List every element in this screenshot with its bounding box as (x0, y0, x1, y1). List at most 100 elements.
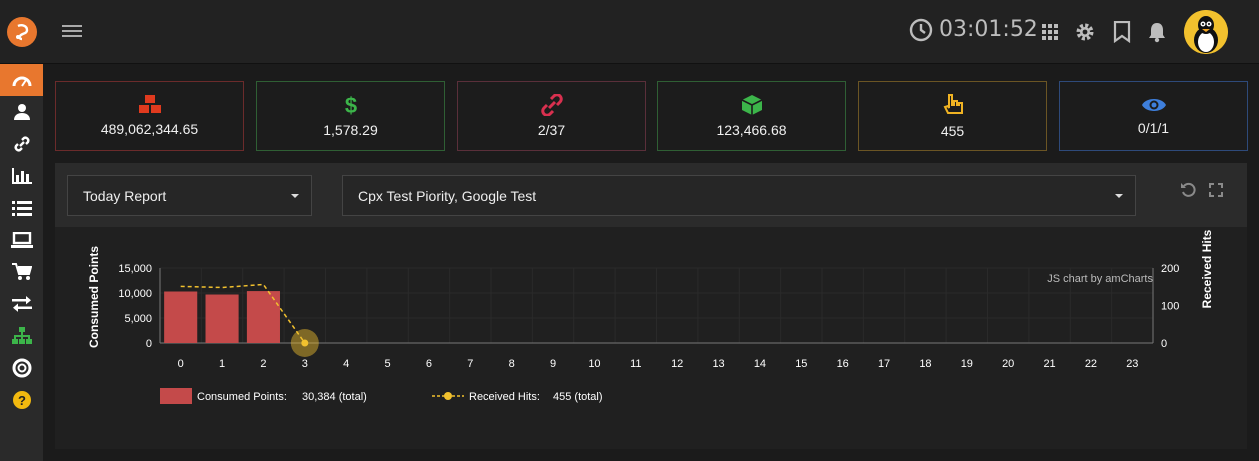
x-tick: 1 (219, 358, 225, 370)
x-tick: 11 (630, 358, 641, 370)
legend-total-consumed: 30,384 (total) (302, 391, 367, 403)
x-tick: 10 (588, 358, 600, 370)
stat-card-views: 0/1/1 (1059, 81, 1248, 151)
legend-marker-consumed[interactable] (160, 388, 192, 404)
x-tick: 16 (837, 358, 849, 370)
y-tick-right: 0 (1161, 338, 1167, 350)
y-axis-right-ticks: 200 100 0 (1161, 263, 1179, 350)
menu-toggle-icon[interactable] (62, 22, 82, 42)
clock: 03:01:52 (909, 17, 1038, 42)
refresh-icon[interactable] (1179, 181, 1197, 199)
y-tick-left: 0 (146, 338, 152, 350)
bar (164, 291, 198, 343)
x-tick: 0 (178, 358, 184, 370)
campaign-select[interactable]: Cpx Test Piority, Google Test (342, 175, 1136, 216)
legend-marker-hits-dot[interactable] (444, 392, 452, 400)
eye-icon (1141, 99, 1166, 111)
x-tick: 9 (550, 358, 556, 370)
x-tick: 12 (671, 358, 683, 370)
sidebar-item-help[interactable]: ? (0, 384, 43, 416)
x-tick: 18 (919, 358, 931, 370)
link-icon (540, 94, 563, 116)
report-select-value: Today Report (83, 187, 167, 204)
chevron-down-icon (291, 194, 299, 198)
chevron-down-icon (1115, 194, 1123, 198)
x-tick: 17 (878, 358, 890, 370)
y-tick-right: 200 (1161, 263, 1179, 275)
stat-value: 1,578.29 (323, 122, 378, 138)
sitemap-icon (11, 327, 32, 344)
fullscreen-icon[interactable] (1207, 181, 1225, 199)
x-tick: 23 (1126, 358, 1138, 370)
main-content: 489,062,344.65 $ 1,578.29 2/37 123,466.6… (43, 65, 1259, 461)
x-tick: 15 (795, 358, 807, 370)
x-tick: 19 (961, 358, 973, 370)
campaign-select-value: Cpx Test Piority, Google Test (358, 187, 537, 204)
x-tick: 4 (343, 358, 349, 370)
sidebar-item-support[interactable] (0, 352, 43, 384)
y-tick-left: 5,000 (124, 313, 152, 325)
y-tick-right: 100 (1161, 301, 1179, 313)
svg-text:$: $ (344, 94, 356, 116)
x-tick: 3 (302, 358, 308, 370)
sidebar-item-link[interactable] (0, 128, 43, 160)
sidebar-item-stats[interactable] (0, 160, 43, 192)
bar-series (164, 291, 280, 343)
clock-icon (909, 18, 933, 41)
clock-time: 03:01:52 (939, 17, 1038, 42)
x-tick: 21 (1043, 358, 1055, 370)
sidebar-item-cart[interactable] (0, 256, 43, 288)
bookmark-icon[interactable] (1110, 20, 1134, 44)
gear-icon[interactable] (1073, 20, 1097, 44)
line-point (301, 339, 309, 347)
list-icon (11, 201, 32, 216)
bar (246, 291, 280, 343)
x-tick: 5 (385, 358, 391, 370)
stat-value: 0/1/1 (1137, 120, 1170, 136)
panel-header: Today Report Cpx Test Piority, Google Te… (55, 163, 1247, 227)
x-axis-ticks: 0 1 2 3 4 5 6 7 8 9 10 11 12 13 14 15 16 17 18 19 20 21 22 23 (178, 358, 1139, 370)
stat-value: 455 (940, 123, 965, 139)
stat-value: 489,062,344.65 (100, 121, 199, 137)
stat-value: 123,466.68 (716, 122, 787, 138)
logo-icon (6, 17, 37, 47)
user-avatar[interactable] (1184, 10, 1228, 54)
report-chart: Consumed Points Received Hits 15,00010,0… (87, 229, 1214, 404)
x-tick: 8 (509, 358, 515, 370)
x-tick: 13 (712, 358, 724, 370)
cart-icon (11, 263, 32, 280)
y-axis-left-title: Consumed Points (87, 246, 101, 348)
report-select[interactable]: Today Report (67, 175, 312, 216)
top-bar: 03:01:52 (0, 0, 1259, 64)
stat-card-balance: $ 1,578.29 (256, 81, 445, 151)
x-tick: 2 (260, 358, 266, 370)
laptop-icon (10, 232, 33, 248)
sidebar-item-exchange[interactable] (0, 288, 43, 320)
sidebar-item-user[interactable] (0, 96, 43, 128)
sidebar-item-laptop[interactable] (0, 224, 43, 256)
legend-total-hits: 455 (total) (553, 391, 603, 403)
exchange-icon (11, 296, 32, 312)
user-icon (13, 104, 30, 120)
pointer-icon (943, 94, 963, 114)
y-tick-left: 15,000 (118, 263, 152, 275)
sidebar-item-dashboard[interactable] (0, 64, 43, 96)
sidebar: ? (0, 64, 43, 461)
app-logo[interactable] (0, 0, 43, 64)
bell-icon[interactable] (1145, 20, 1169, 44)
lifebuoy-icon (12, 358, 31, 378)
chart-credit[interactable]: JS chart by amCharts (1047, 273, 1153, 285)
legend-label-consumed[interactable]: Consumed Points: (197, 391, 287, 403)
stat-card-cube: 123,466.68 (657, 81, 846, 151)
cubes-icon (138, 95, 161, 113)
legend-label-hits[interactable]: Received Hits: (469, 391, 540, 403)
report-panel: Today Report Cpx Test Piority, Google Te… (55, 163, 1247, 449)
legend: Consumed Points: 30,384 (total) Received… (160, 388, 603, 404)
sidebar-item-network[interactable] (0, 320, 43, 352)
sidebar-item-list[interactable] (0, 192, 43, 224)
grid-icon[interactable] (1038, 20, 1062, 44)
y-axis-left-ticks: 15,000 10,000 5,000 0 (118, 263, 152, 350)
stat-value: 2/37 (537, 122, 566, 138)
dollar-icon: $ (344, 94, 356, 116)
bar-chart-icon (11, 168, 32, 184)
